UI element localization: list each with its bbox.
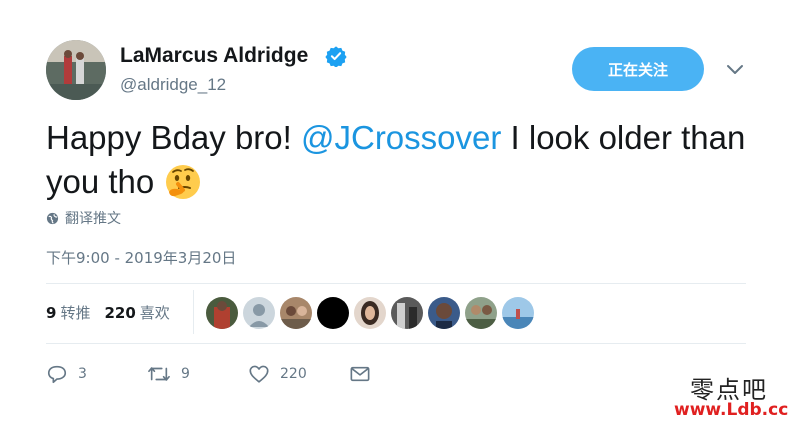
retweets-label: 转推 [60,304,91,322]
retweets-count: 9 [46,304,57,322]
globe-icon [46,212,59,224]
tweet-timestamp[interactable]: 下午9:00 - 2019年3月20日 [46,247,236,268]
liker-avatar[interactable] [243,297,275,329]
following-button[interactable]: 正在关注 [572,47,704,91]
reply-icon [47,365,67,384]
translate-tweet[interactable]: 翻译推文 [46,208,121,228]
liker-avatar[interactable] [280,297,312,329]
user-handle[interactable]: @aldridge_12 [120,75,226,95]
tweet-stats: 9 转推 220 喜欢 [46,302,184,323]
divider [46,283,746,284]
likes-count: 220 [104,304,136,322]
tweet-text: Happy Bday bro! @JCrossover I look older… [46,116,746,204]
liker-avatar[interactable] [317,297,349,329]
liker-avatars [206,297,539,329]
liker-avatar[interactable] [428,297,460,329]
like-button[interactable]: 220 [248,363,349,385]
direct-message-button[interactable] [349,364,371,384]
likes-stat[interactable]: 220 喜欢 [104,302,169,323]
display-name[interactable]: LaMarcus Aldridge [120,44,308,68]
retweet-icon [148,367,170,381]
like-icon [249,365,269,383]
liker-avatar[interactable] [206,297,238,329]
liker-avatar[interactable] [465,297,497,329]
message-icon [350,366,370,382]
reply-count: 3 [78,366,87,382]
tweet-text-part: Happy Bday bro! [46,119,301,156]
like-count: 220 [280,366,307,382]
reply-button[interactable]: 3 [46,363,147,385]
mention-link[interactable]: @JCrossover [301,119,501,156]
likes-label: 喜欢 [139,304,170,322]
retweet-button[interactable]: 9 [147,363,248,385]
verified-badge-icon [325,46,347,67]
tweet-actions: 3 9 220 [46,360,371,388]
retweet-count: 9 [181,366,190,382]
tweet-card: LaMarcus Aldridge @aldridge_12 正在关注 Happ… [0,0,796,422]
liker-avatar[interactable] [354,297,386,329]
user-avatar[interactable] [46,40,106,100]
chevron-down-icon[interactable] [726,63,744,77]
liker-avatar[interactable] [391,297,423,329]
stats-separator [193,290,194,334]
retweets-stat[interactable]: 9 转推 [46,302,90,323]
liker-avatar[interactable] [502,297,534,329]
translate-label[interactable]: 翻译推文 [65,208,121,228]
divider [46,343,746,344]
watermark-url: www.Ldb.cc [674,400,789,420]
thinking-face-icon [166,165,201,199]
